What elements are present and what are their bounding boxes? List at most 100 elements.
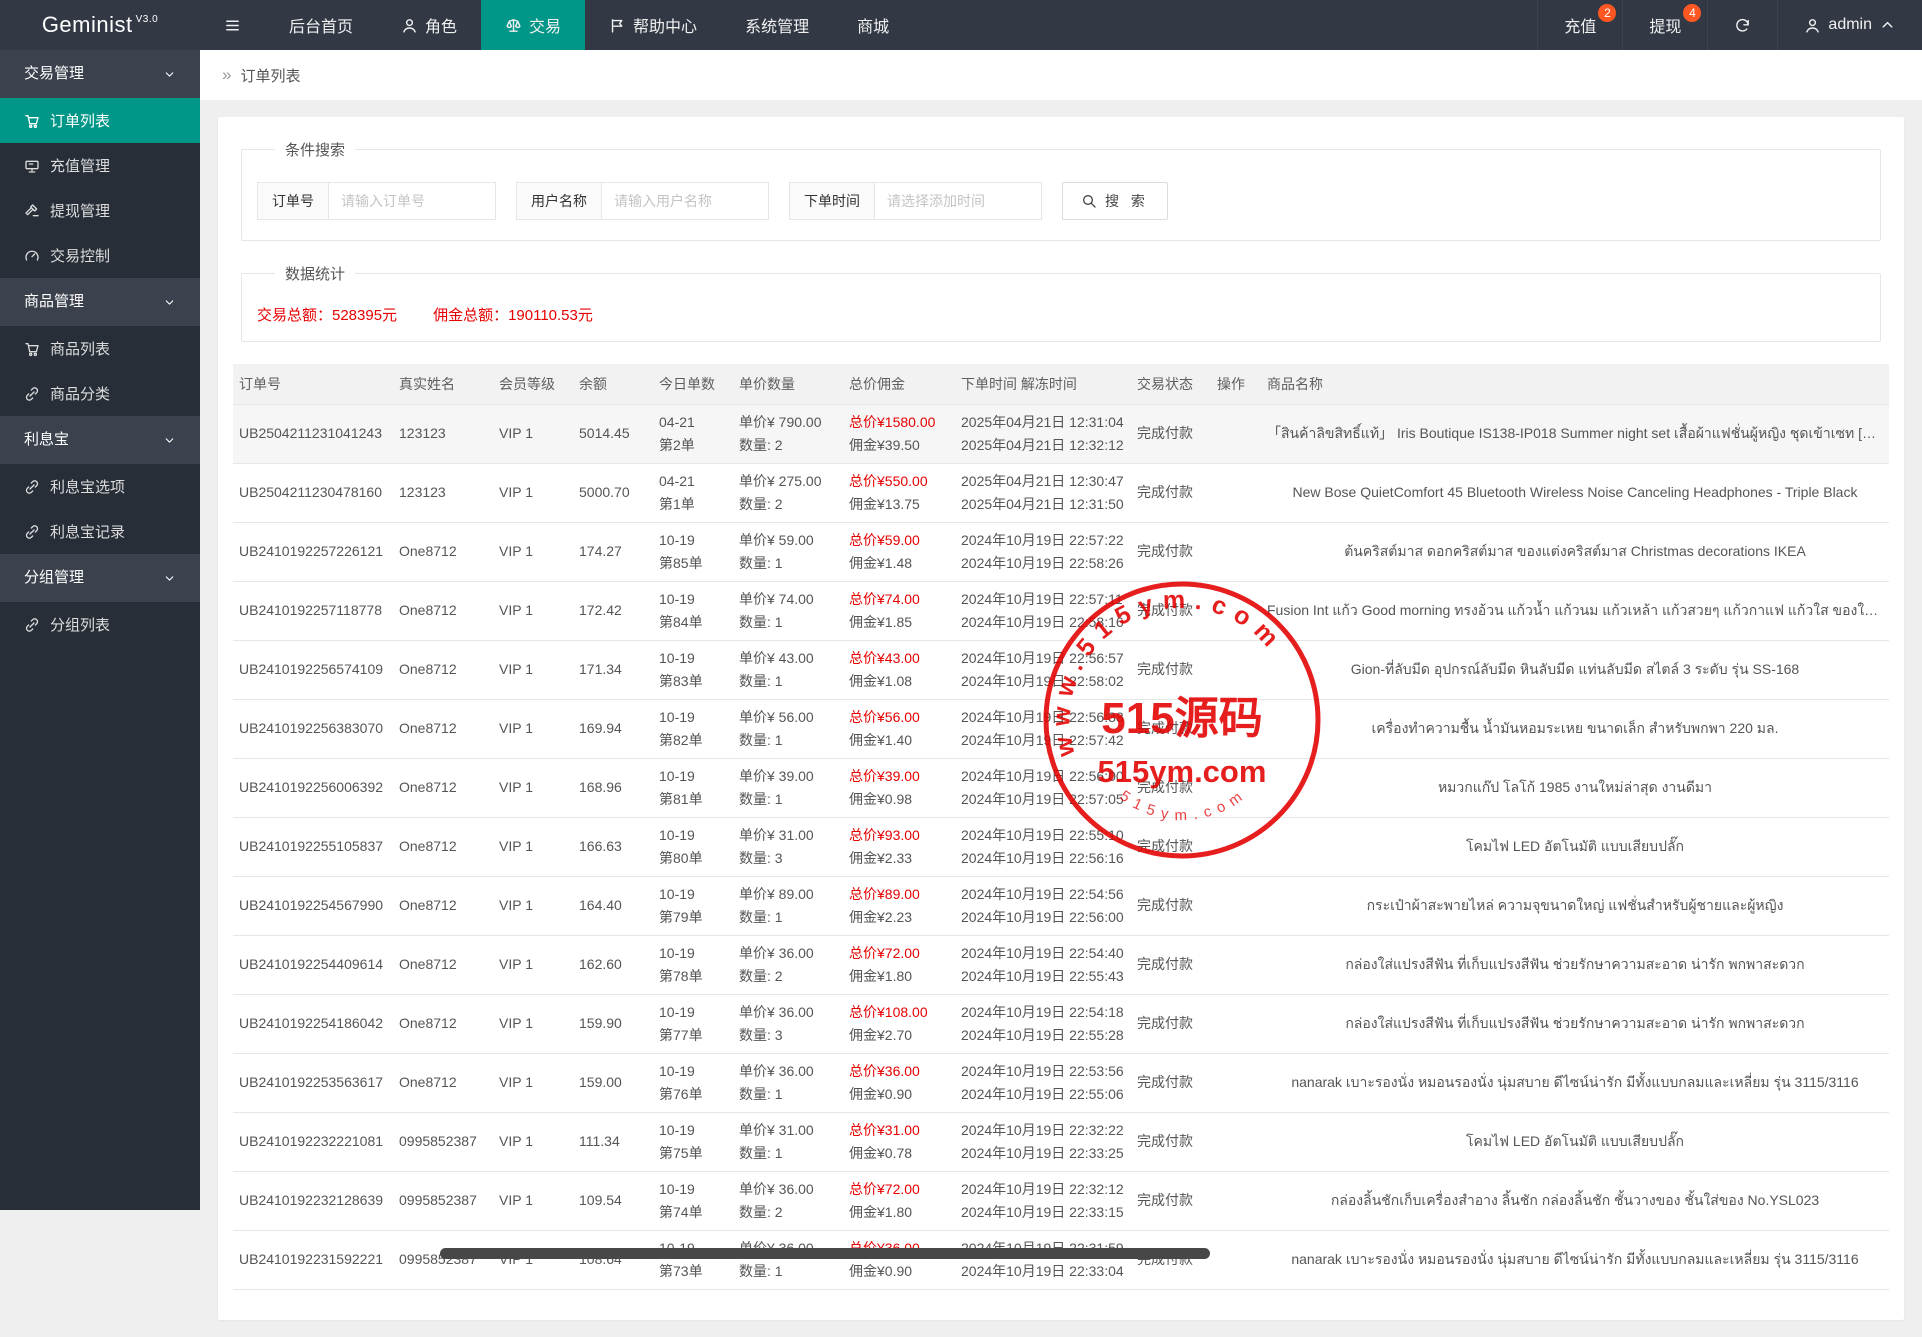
nav-item-withdraw[interactable]: 提现4 bbox=[1622, 0, 1707, 50]
cell-times-line1: 2024年10月19日 22:57:22 bbox=[961, 529, 1125, 552]
nav-right-menu: 充值2提现4 admin bbox=[1537, 0, 1922, 50]
cell-times: 2024年10月19日 22:56:572024年10月19日 22:58:02 bbox=[955, 640, 1131, 699]
cell-real-name: One8712 bbox=[393, 876, 493, 935]
nav-item-role[interactable]: 角色 bbox=[377, 0, 481, 50]
cell-total-commission-line1: 总价¥56.00 bbox=[849, 706, 949, 729]
cell-times-line2: 2024年10月19日 22:55:43 bbox=[961, 965, 1125, 988]
cell-balance: 162.60 bbox=[573, 935, 653, 994]
cell-price-qty: 单价¥ 36.00数量: 2 bbox=[733, 1171, 843, 1230]
cell-day-orders-line2: 第74单 bbox=[659, 1201, 727, 1224]
sidebar-group-2[interactable]: 利息宝 bbox=[0, 416, 200, 464]
cell-real-name: One8712 bbox=[393, 640, 493, 699]
brand-name: Geminist bbox=[42, 12, 133, 38]
sidebar-item-order-list[interactable]: 订单列表 bbox=[0, 98, 200, 143]
cell-real-name: 0995852387 bbox=[393, 1171, 493, 1230]
cell-day-orders-line2: 第79单 bbox=[659, 906, 727, 929]
cell-status: 完成付款 bbox=[1131, 1230, 1211, 1289]
nav-item-mall[interactable]: 商城 bbox=[833, 0, 913, 50]
sidebar-item-withdraw-mgmt[interactable]: 提现管理 bbox=[0, 188, 200, 233]
cell-times: 2024年10月19日 22:32:222024年10月19日 22:33:25 bbox=[955, 1112, 1131, 1171]
cell-day-orders-line2: 第76单 bbox=[659, 1083, 727, 1106]
cell-price-qty-line2: 数量: 1 bbox=[739, 670, 837, 693]
cell-real-name: One8712 bbox=[393, 522, 493, 581]
sidebar-item-product-list[interactable]: 商品列表 bbox=[0, 326, 200, 371]
cell-status: 完成付款 bbox=[1131, 935, 1211, 994]
nav-item-help[interactable]: 帮助中心 bbox=[585, 0, 721, 50]
table-row: UB2410192256383070One8712VIP 1169.9410-1… bbox=[233, 699, 1889, 758]
cell-day-orders: 10-19第75单 bbox=[653, 1112, 733, 1171]
cell-price-qty-line2: 数量: 1 bbox=[739, 729, 837, 752]
nav-item-trade[interactable]: 交易 bbox=[481, 0, 585, 50]
nav-item-home[interactable]: 后台首页 bbox=[265, 0, 377, 50]
cell-price-qty: 单价¥ 36.00数量: 2 bbox=[733, 935, 843, 994]
cell-times-line2: 2024年10月19日 22:58:02 bbox=[961, 670, 1125, 693]
cell-order-no: UB2410192254409614 bbox=[233, 935, 393, 994]
order-time-input[interactable] bbox=[874, 182, 1042, 220]
link-icon bbox=[24, 479, 40, 495]
search-button[interactable]: 搜 索 bbox=[1062, 182, 1168, 220]
cell-vip-level: VIP 1 bbox=[493, 994, 573, 1053]
cell-times-line2: 2024年10月19日 22:55:28 bbox=[961, 1024, 1125, 1047]
field-label-order-time: 下单时间 bbox=[789, 182, 874, 220]
cell-product: ต้นคริสต์มาส ดอกคริสต์มาส ของแต่งคริสต์ม… bbox=[1261, 522, 1889, 581]
table-row: UB2410192255105837One8712VIP 1166.6310-1… bbox=[233, 817, 1889, 876]
cell-vip-level: VIP 1 bbox=[493, 1053, 573, 1112]
cell-total-commission-line2: 佣金¥1.40 bbox=[849, 729, 949, 752]
cell-price-qty-line2: 数量: 2 bbox=[739, 965, 837, 988]
cell-day-orders-line2: 第83单 bbox=[659, 670, 727, 693]
sidebar-item-product-category[interactable]: 商品分类 bbox=[0, 371, 200, 416]
cell-order-no: UB2410192255105837 bbox=[233, 817, 393, 876]
cell-times: 2024年10月19日 22:54:402024年10月19日 22:55:43 bbox=[955, 935, 1131, 994]
link-icon bbox=[24, 524, 40, 540]
sidebar-item-interest-options[interactable]: 利息宝选项 bbox=[0, 464, 200, 509]
sidebar-group-1[interactable]: 商品管理 bbox=[0, 278, 200, 326]
cell-total-commission: 总价¥74.00佣金¥1.85 bbox=[843, 581, 955, 640]
cell-total-commission: 总价¥36.00佣金¥0.90 bbox=[843, 1053, 955, 1112]
nav-item-label: 充值 bbox=[1564, 13, 1596, 37]
cell-status: 完成付款 bbox=[1131, 581, 1211, 640]
cell-total-commission-line1: 总价¥39.00 bbox=[849, 765, 949, 788]
cell-order-no: UB2410192254567990 bbox=[233, 876, 393, 935]
cell-product: กล่องใส่แปรงสีฟัน ที่เก็บแปรงสีฟัน ช่วยร… bbox=[1261, 994, 1889, 1053]
cell-times-line2: 2024年10月19日 22:58:16 bbox=[961, 611, 1125, 634]
sidebar-item-recharge-mgmt[interactable]: 充值管理 bbox=[0, 143, 200, 188]
cell-real-name: 0995852387 bbox=[393, 1230, 493, 1289]
cell-times: 2024年10月19日 22:57:222024年10月19日 22:58:26 bbox=[955, 522, 1131, 581]
cell-vip-level: VIP 1 bbox=[493, 817, 573, 876]
sidebar-group-0[interactable]: 交易管理 bbox=[0, 50, 200, 98]
sidebar-item-group-list[interactable]: 分组列表 bbox=[0, 602, 200, 647]
cell-action bbox=[1211, 935, 1261, 994]
nav-item-recharge[interactable]: 充值2 bbox=[1537, 0, 1622, 50]
field-label-user-name: 用户名称 bbox=[516, 182, 601, 220]
order-no-input[interactable] bbox=[328, 182, 496, 220]
cell-day-orders: 10-19第81单 bbox=[653, 758, 733, 817]
cell-price-qty-line2: 数量: 1 bbox=[739, 1083, 837, 1106]
nav-item-account[interactable]: admin bbox=[1777, 0, 1922, 50]
sidebar-group-3[interactable]: 分组管理 bbox=[0, 554, 200, 602]
cell-price-qty-line2: 数量: 1 bbox=[739, 611, 837, 634]
chevron-up-icon bbox=[1879, 17, 1896, 34]
cell-day-orders-line2: 第78单 bbox=[659, 965, 727, 988]
cell-balance: 169.94 bbox=[573, 699, 653, 758]
cell-price-qty-line1: 单价¥ 36.00 bbox=[739, 1060, 837, 1083]
cell-times-line2: 2024年10月19日 22:56:00 bbox=[961, 906, 1125, 929]
search-field-user-name: 用户名称 bbox=[516, 182, 769, 220]
gauge-icon bbox=[24, 248, 40, 264]
nav-item-label: admin bbox=[1828, 16, 1872, 34]
nav-item-refresh[interactable] bbox=[1707, 0, 1777, 50]
cell-status: 完成付款 bbox=[1131, 1171, 1211, 1230]
cell-order-no: UB2504211230478160 bbox=[233, 463, 393, 522]
cell-day-orders: 10-19第78单 bbox=[653, 935, 733, 994]
nav-item-system[interactable]: 系统管理 bbox=[721, 0, 833, 50]
page-title: 订单列表 bbox=[240, 65, 300, 86]
horizontal-scrollbar-thumb[interactable] bbox=[440, 1248, 1210, 1259]
nav-item-collapse-menu[interactable] bbox=[200, 0, 265, 50]
cell-times-line1: 2024年10月19日 22:55:10 bbox=[961, 824, 1125, 847]
user-name-input[interactable] bbox=[601, 182, 769, 220]
cell-price-qty-line2: 数量: 1 bbox=[739, 906, 837, 929]
sidebar-item-trade-control[interactable]: 交易控制 bbox=[0, 233, 200, 278]
sidebar-item-interest-records[interactable]: 利息宝记录 bbox=[0, 509, 200, 554]
cell-balance: 108.64 bbox=[573, 1230, 653, 1289]
cell-action bbox=[1211, 463, 1261, 522]
cell-status: 完成付款 bbox=[1131, 758, 1211, 817]
